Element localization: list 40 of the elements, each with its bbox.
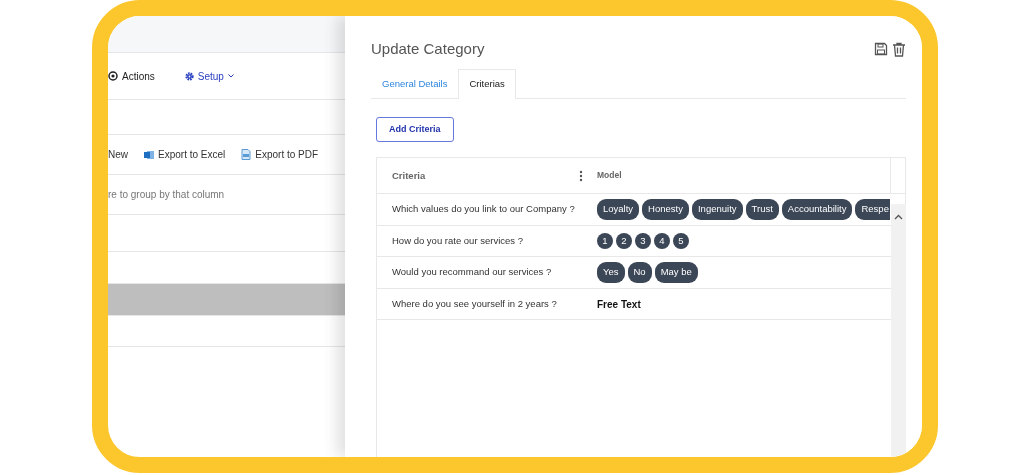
kebab-menu-icon[interactable]	[579, 169, 583, 182]
group-hint: re to group by that column	[108, 188, 225, 202]
tag: Ingenuity	[691, 199, 743, 220]
settings-icon	[184, 71, 194, 81]
setup-menu[interactable]: Setup	[197, 68, 224, 84]
save-icon[interactable]	[874, 41, 888, 56]
rating-circle: 4	[654, 233, 670, 249]
spreadsheet-icon	[144, 149, 154, 160]
scrollbar[interactable]	[891, 204, 906, 457]
tab[interactable]: Criterias	[458, 68, 516, 99]
rating-circle: 2	[616, 233, 632, 249]
export-link[interactable]: Export to PDF	[255, 147, 319, 162]
column-header: Model	[597, 169, 622, 183]
tab[interactable]: General Details	[371, 68, 459, 98]
tag: No	[627, 262, 652, 283]
panel-title: Update Category	[371, 39, 485, 59]
add-criteria-button[interactable]: Add Criteria	[376, 116, 454, 143]
export-link[interactable]: Export to Excel	[158, 147, 226, 162]
delete-icon[interactable]	[892, 41, 906, 57]
rating-circle: 3	[635, 233, 651, 249]
tag: Accountability	[781, 199, 853, 220]
tag: May be	[654, 262, 698, 283]
new-link[interactable]: New	[108, 147, 128, 162]
table-cell-text: How do you rate our services ?	[392, 233, 523, 248]
caret-icon	[227, 74, 234, 78]
table-cell-text: Free Text	[597, 297, 641, 312]
table-cell: Which values do you link to our Company ?	[392, 202, 575, 217]
column-header: Criteria	[392, 168, 426, 183]
table-cell-text: Where do you see yourself in 2 years ?	[392, 296, 557, 311]
document-icon	[241, 149, 252, 160]
tag: Honesty	[642, 199, 689, 220]
tag: Respe	[855, 199, 890, 220]
rating-circle: 5	[673, 233, 689, 249]
tag: Yes	[597, 262, 625, 283]
tag: Trust	[745, 199, 779, 220]
table-cell: Would you recommand our services ?	[392, 265, 552, 280]
target-icon	[108, 71, 118, 81]
rating-circle: 1	[597, 233, 613, 249]
tag: Loyalty	[597, 199, 640, 220]
actions-menu[interactable]: Actions	[122, 68, 155, 84]
